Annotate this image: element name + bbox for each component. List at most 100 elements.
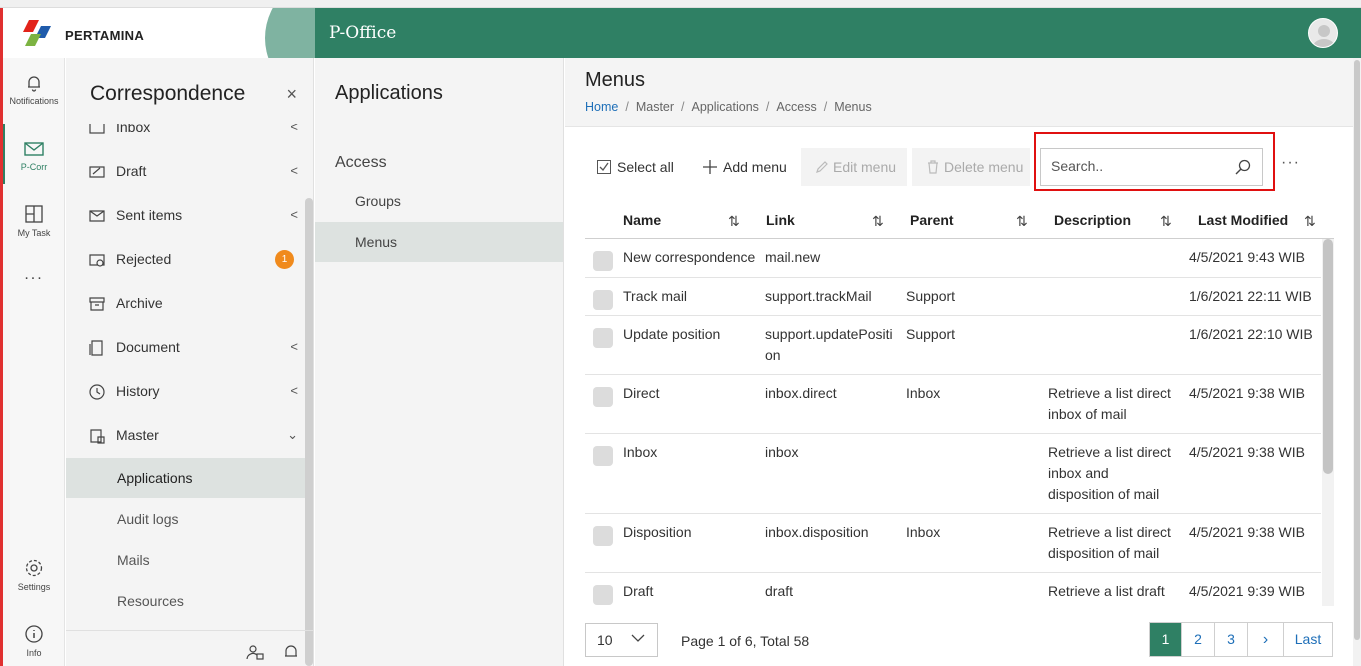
nav-sub-item-audit-logs[interactable]: Audit logs [66, 499, 312, 539]
nav-item-document[interactable]: Document < [88, 336, 298, 360]
column-header-parent[interactable]: Parent [910, 212, 954, 228]
sort-icon[interactable]: ⇅ [872, 213, 884, 230]
sort-icon[interactable]: ⇅ [1304, 213, 1316, 230]
nav-item-inbox[interactable]: Inbox < [88, 119, 298, 140]
table-row[interactable]: Update position support.updatePositi on … [585, 316, 1321, 375]
breadcrumb-separator: / [681, 100, 685, 114]
sort-icon[interactable]: ⇅ [1160, 213, 1172, 230]
sort-icon[interactable]: ⇅ [728, 213, 740, 230]
last-page-button[interactable]: Last [1284, 623, 1332, 656]
column-header-last-modified[interactable]: Last Modified [1198, 212, 1288, 228]
table-row[interactable]: Inbox inbox Retrieve a list direct inbox… [585, 434, 1321, 514]
nav-item-archive[interactable]: Archive [88, 292, 298, 316]
cell-last-modified: 4/5/2021 9:38 WIB [1189, 444, 1305, 460]
page-button-2[interactable]: 2 [1182, 623, 1215, 656]
nav-footer [66, 630, 313, 666]
table-row[interactable]: New correspondence mail.new 4/5/2021 9:4… [585, 239, 1321, 278]
nav-sub-item-applications[interactable]: Applications [66, 458, 312, 498]
table-row[interactable]: Disposition inbox.disposition Inbox Retr… [585, 514, 1321, 573]
add-menu-button[interactable]: Add menu [703, 148, 793, 186]
rail-item-p-corr[interactable]: P-Corr [3, 140, 65, 172]
search-input[interactable] [1051, 158, 1221, 174]
inbox-icon [89, 124, 105, 134]
mail-icon [24, 142, 44, 156]
page-size-select[interactable]: 10 [585, 623, 658, 657]
select-all-label: Select all [617, 159, 674, 175]
nav-item-history[interactable]: History < [88, 380, 298, 404]
cell-link: inbox.disposition [765, 524, 869, 540]
breadcrumb-home[interactable]: Home [585, 100, 618, 114]
sent-icon [89, 210, 105, 222]
table-row[interactable]: Draft draft Retrieve a list draft 4/5/20… [585, 573, 1321, 606]
rail-item-settings[interactable]: Settings [3, 558, 65, 592]
table-row[interactable]: Direct inbox.direct Inbox Retrieve a lis… [585, 375, 1321, 434]
sort-icon[interactable]: ⇅ [1016, 213, 1028, 230]
nav-item-draft[interactable]: Draft < [88, 160, 298, 184]
cell-parent: Inbox [906, 524, 941, 540]
row-checkbox[interactable] [593, 526, 613, 546]
cell-link: inbox [765, 444, 799, 460]
page-button-3[interactable]: 3 [1215, 623, 1248, 656]
nav-item-sent-items[interactable]: Sent items < [88, 204, 298, 228]
more-options-button[interactable]: ··· [1281, 154, 1300, 172]
page-button-1[interactable]: 1 [1150, 623, 1182, 656]
column-header-name[interactable]: Name [623, 212, 661, 228]
subnav-item-groups[interactable]: Groups [315, 181, 563, 221]
search-icon[interactable] [1234, 158, 1252, 176]
column-header-description[interactable]: Description [1054, 212, 1131, 228]
table-scrollbar-thumb[interactable] [1323, 239, 1333, 474]
plus-icon [703, 160, 717, 174]
rail-item-notifications[interactable]: Notifications [3, 74, 65, 106]
table-row[interactable]: Track mail support.trackMail Support 1/6… [585, 278, 1321, 316]
bell-icon[interactable] [282, 643, 300, 661]
nav-sub-item-resources[interactable]: Resources [66, 581, 312, 621]
page-header: Menus Home / Master / Applications / Access / Me… [565, 58, 1361, 127]
search-field[interactable] [1040, 148, 1263, 186]
cell-last-modified: 4/5/2021 9:38 WIB [1189, 385, 1305, 401]
rail-item-info[interactable]: Info [3, 624, 65, 658]
rail-label: My Task [17, 228, 51, 238]
nav-item-master[interactable]: Master ⌄ [88, 424, 298, 448]
more-icon: ... [24, 266, 44, 283]
rail-item-more[interactable]: ... [3, 266, 65, 284]
table-header: Name ⇅ Link ⇅ Parent ⇅ Description ⇅ Las… [585, 203, 1334, 239]
row-checkbox[interactable] [593, 328, 613, 348]
nav-scrollbar[interactable] [305, 198, 313, 666]
select-all-button[interactable]: Select all [597, 148, 687, 186]
delete-menu-button[interactable]: Delete menu [912, 148, 1030, 186]
row-checkbox[interactable] [593, 387, 613, 407]
checkbox-icon [597, 160, 611, 174]
edit-menu-label: Edit menu [833, 159, 897, 175]
cell-name: Inbox [623, 444, 658, 460]
nav-title: Correspondence [90, 82, 246, 105]
chevron-down-icon [631, 634, 645, 642]
edit-menu-button[interactable]: Edit menu [801, 148, 907, 186]
rail-label: Info [26, 648, 42, 658]
subnav-item-menus[interactable]: Menus [315, 222, 563, 262]
user-avatar[interactable] [1308, 18, 1338, 48]
breadcrumb-master[interactable]: Master [636, 100, 674, 114]
next-page-button[interactable]: › [1248, 623, 1284, 656]
window-scrollbar-thumb[interactable] [1354, 60, 1360, 640]
app-title[interactable]: P-Office [329, 23, 396, 43]
column-header-link[interactable]: Link [766, 212, 795, 228]
chevron-left-icon: < [290, 119, 298, 134]
bell-icon [28, 76, 40, 92]
breadcrumb-access[interactable]: Access [776, 100, 816, 114]
close-icon[interactable]: × [286, 84, 297, 105]
row-checkbox[interactable] [593, 585, 613, 605]
cell-parent: Inbox [906, 385, 941, 401]
user-lock-icon[interactable] [246, 643, 264, 661]
nav-item-label: Inbox [116, 119, 151, 135]
rail-item-my-task[interactable]: My Task [3, 204, 65, 238]
row-checkbox[interactable] [593, 446, 613, 466]
row-checkbox[interactable] [593, 251, 613, 271]
add-menu-label: Add menu [723, 159, 787, 175]
nav-sub-item-mails[interactable]: Mails [66, 540, 312, 580]
row-checkbox[interactable] [593, 290, 613, 310]
nav-item-rejected[interactable]: Rejected 1 [88, 248, 298, 272]
breadcrumb-applications[interactable]: Applications [692, 100, 759, 114]
chevron-left-icon: < [290, 163, 298, 178]
trash-icon [928, 160, 938, 174]
archive-icon [89, 297, 105, 311]
